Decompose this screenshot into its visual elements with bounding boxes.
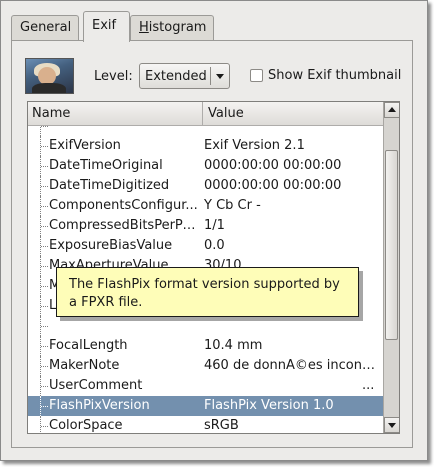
row-value: 0000:00:00 00:00:00: [204, 158, 342, 173]
row-name: ColorSpace: [49, 418, 123, 433]
table-row[interactable]: ComponentsConfigur... Y Cb Cr -: [28, 196, 383, 216]
row-name: UserComment: [49, 378, 143, 393]
column-header-value-label: Value: [208, 106, 244, 121]
row-value: 0.0: [204, 238, 225, 253]
row-value: 460 de donnÃ©es inconn...: [204, 358, 380, 373]
row-name: MakerNote: [49, 358, 120, 373]
tab-histogram[interactable]: Histogram: [130, 15, 214, 42]
level-dropdown[interactable]: Extended: [139, 63, 230, 89]
scrollbar-thumb[interactable]: [385, 150, 398, 340]
table-row[interactable]: ColorSpace sRGB: [28, 416, 383, 433]
row-name: ExposureBiasValue: [49, 238, 173, 253]
table-row[interactable]: UserComment...: [28, 376, 383, 396]
table-row[interactable]: DateTimeDigitized 0000:00:00 00:00:00: [28, 176, 383, 196]
row-value: 10.4 mm: [204, 338, 263, 353]
table-row[interactable]: ExposureBiasValue 0.0: [28, 236, 383, 256]
tab-general[interactable]: General: [11, 15, 79, 42]
table-row-selected[interactable]: FlashPixVersion FlashPix Version 1.0: [28, 396, 383, 416]
row-name: ComponentsConfigur...: [49, 198, 198, 213]
table-row[interactable]: [28, 316, 383, 336]
scroll-down-button[interactable]: [384, 417, 399, 433]
show-thumbnail-label[interactable]: Show Exif thumbnail: [268, 68, 401, 83]
table-row[interactable]: CompressedBitsPerPixel 1/1: [28, 216, 383, 236]
scroll-up-button[interactable]: [384, 102, 399, 118]
row-name: ExifVersion: [49, 138, 121, 153]
exif-panel: Level: Extended Show Exif thumbnail Exif…: [11, 40, 413, 448]
chevron-down-icon: [216, 74, 224, 79]
tooltip: The FlashPix format version supported by…: [56, 267, 359, 317]
arrow-up-icon: [388, 107, 396, 112]
arrow-down-icon: [388, 423, 396, 428]
column-header-name-label: Name: [32, 106, 71, 121]
row-name: DateTimeOriginal: [49, 158, 163, 173]
level-label: Level:: [94, 69, 133, 84]
dropdown-separator: [210, 67, 211, 85]
row-value: FlashPix Version 1.0: [204, 398, 334, 413]
table-header: Name Value: [28, 102, 383, 126]
table-row[interactable]: FocalLength 10.4 mm: [28, 336, 383, 356]
row-name: FlashPixVersion: [49, 398, 150, 413]
table-row[interactable]: ExifVersion Exif Version 2.1: [28, 136, 383, 156]
row-value: 0000:00:00 00:00:00: [204, 178, 342, 193]
table-row[interactable]: DateTimeOriginal 0000:00:00 00:00:00: [28, 156, 383, 176]
row-name: CompressedBitsPerPixel: [49, 218, 199, 233]
column-header-name[interactable]: Name: [28, 102, 203, 125]
row-name: DateTimeDigitized: [49, 178, 170, 193]
column-header-value[interactable]: Value: [204, 102, 383, 125]
row-value: Exif Version 2.1: [204, 138, 305, 153]
row-value: sRGB: [204, 418, 239, 433]
row-value: Y Cb Cr -: [204, 198, 261, 213]
level-value: Extended: [145, 69, 207, 84]
row-value: 1/1: [204, 218, 225, 233]
tooltip-text: The FlashPix format version supported by…: [69, 277, 340, 310]
properties-window: General Exif Histogram Level: Extended S…: [0, 0, 428, 461]
vertical-scrollbar[interactable]: [383, 102, 399, 433]
row-name: FocalLength: [49, 338, 128, 353]
table-row[interactable]: MakerNote 460 de donnÃ©es inconn...: [28, 356, 383, 376]
tab-histogram-mnemonic: H: [139, 20, 149, 35]
tab-exif[interactable]: Exif: [83, 11, 130, 42]
tab-histogram-label: istogram: [148, 20, 207, 35]
show-thumbnail-checkbox[interactable]: [250, 69, 263, 82]
photo-thumbnail-icon: [25, 58, 74, 94]
